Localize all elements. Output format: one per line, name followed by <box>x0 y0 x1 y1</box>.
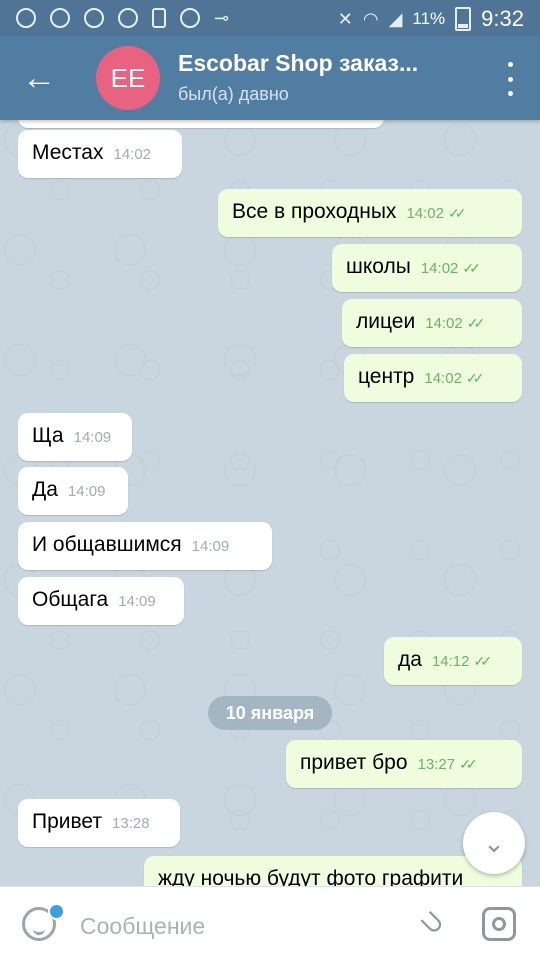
back-arrow-icon[interactable]: ← <box>22 58 62 98</box>
battery-icon <box>455 7 472 31</box>
message-time: 14:09 <box>67 483 106 500</box>
message-text: да <box>398 648 422 671</box>
battery-percent: 11% <box>412 9 446 28</box>
aperture-icon <box>16 8 36 28</box>
date-separator: 10 января <box>208 696 332 730</box>
message-time: 14:09 <box>191 538 230 555</box>
message-outgoing[interactable]: жду ночью будут фото графити <box>144 856 522 886</box>
mute-icon: ✕ <box>337 8 353 29</box>
attach-icon[interactable]: ⊃ <box>407 898 458 949</box>
message-time: 14:02 <box>424 370 462 387</box>
message-input-bar: ⊃ <box>0 886 540 961</box>
message-time: 14:02 <box>113 146 152 163</box>
status-bar: ⊸ ✕ ◠ ◢ 11% 9:32 <box>0 0 540 36</box>
message-text: Местах <box>32 141 104 164</box>
message-time: 14:02 <box>425 315 463 332</box>
system-icons: ✕ ◠ ◢ 11% 9:32 <box>338 6 524 32</box>
camera-icon[interactable] <box>482 907 516 941</box>
message-incoming[interactable]: Местах 14:02 <box>18 130 182 178</box>
message-time: 14:12 <box>431 653 470 670</box>
read-check-icon: ✓✓ <box>473 653 492 669</box>
message-outgoing[interactable]: лицеи 14:02 ✓✓ <box>342 299 522 347</box>
message-text: жду ночью будут фото графити <box>158 867 464 886</box>
message-text: Привет <box>32 810 103 833</box>
aperture-icon <box>118 8 138 28</box>
message-incoming[interactable]: Да 14:09 <box>18 467 128 515</box>
notification-icons: ⊸ <box>16 8 229 29</box>
message-time: 13:27 <box>417 756 456 773</box>
message-text: школы <box>346 255 411 278</box>
last-seen-status: был(а) давно <box>178 84 289 104</box>
message-time: 13:28 <box>112 815 150 832</box>
message-outgoing[interactable]: да 14:12 ✓✓ <box>384 637 522 685</box>
chat-header: ← EE Escobar Shop заказ... был(а) давно <box>0 36 540 120</box>
message-text: Ща <box>32 424 64 447</box>
message-incoming[interactable]: Общага 14:09 <box>18 577 184 625</box>
message-text: привет бро <box>300 751 408 774</box>
message-text: лицеи <box>356 310 416 333</box>
message-list[interactable]: Местах 14:02 Все в проходных 14:02 ✓✓ школы… <box>0 120 540 886</box>
message-time: 14:09 <box>118 593 156 610</box>
message-text: Да <box>32 478 58 501</box>
message-outgoing[interactable]: школы 14:02 ✓✓ <box>332 244 522 292</box>
scroll-down-button[interactable]: ⌄ <box>463 812 525 874</box>
aperture-icon <box>50 8 70 28</box>
key-icon: ⊸ <box>214 8 230 28</box>
more-vert-icon[interactable] <box>504 62 516 96</box>
aperture-icon <box>84 8 104 28</box>
notification-dot <box>48 903 65 920</box>
clock: 9:32 <box>481 6 524 31</box>
avatar[interactable]: EE <box>96 46 160 110</box>
message-input[interactable] <box>78 908 382 944</box>
message-incoming[interactable]: Ща 14:09 <box>18 413 132 461</box>
message-text: Общага <box>32 588 109 611</box>
message-incoming[interactable]: И общавшимся 14:09 <box>18 522 272 570</box>
signal-icon: ◢ <box>388 8 403 29</box>
message-incoming[interactable]: Привет 13:28 <box>18 799 180 847</box>
chat-title[interactable]: Escobar Shop заказ... <box>178 50 458 77</box>
read-check-icon: ✓✓ <box>447 205 467 221</box>
message-text: Все в проходных <box>232 200 397 223</box>
flashlight-icon <box>152 8 166 28</box>
message-outgoing[interactable]: центр 14:02 ✓✓ <box>344 354 522 402</box>
chevron-down-icon: ⌄ <box>483 827 505 858</box>
chrome-icon <box>180 8 200 28</box>
message-outgoing[interactable]: привет бро 13:27 ✓✓ <box>286 740 522 788</box>
read-check-icon: ✓✓ <box>465 370 485 386</box>
read-check-icon: ✓✓ <box>466 315 486 331</box>
message-text: центр <box>358 365 415 388</box>
message-time: 14:02 <box>420 260 459 277</box>
wifi-icon: ◠ <box>362 8 379 29</box>
message-incoming[interactable] <box>18 120 384 128</box>
message-text: И общавшимся <box>32 533 182 556</box>
message-outgoing[interactable]: Все в проходных 14:02 ✓✓ <box>218 189 522 237</box>
message-time: 14:09 <box>73 429 112 446</box>
message-time: 14:02 <box>406 205 444 222</box>
read-check-icon: ✓✓ <box>459 756 478 772</box>
read-check-icon: ✓✓ <box>462 260 481 276</box>
